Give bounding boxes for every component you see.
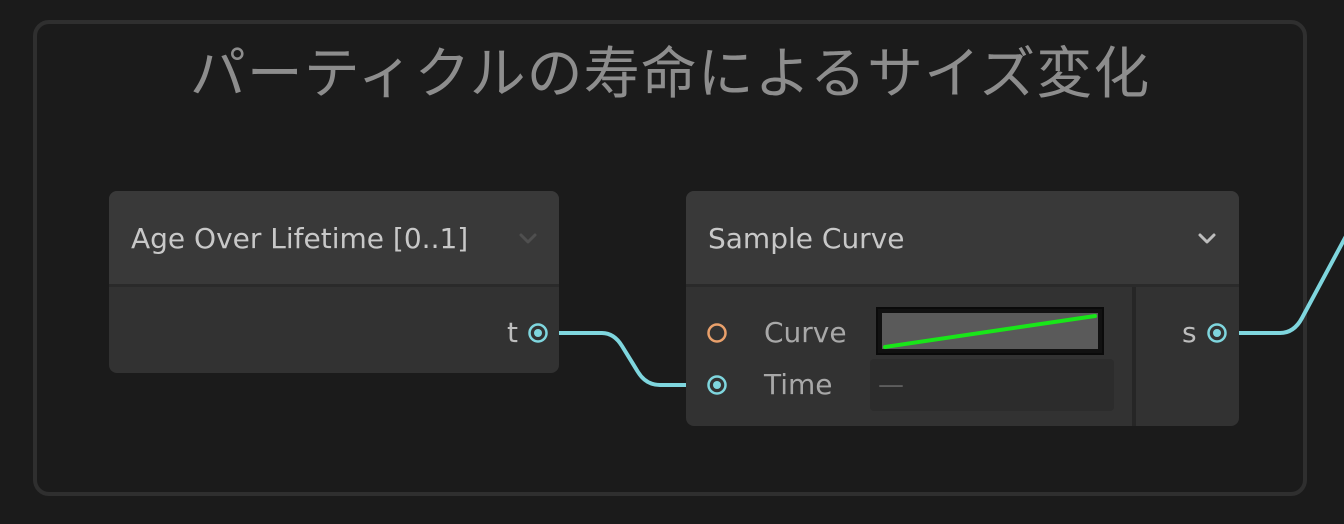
graph-canvas[interactable]: パーティクルの寿命によるサイズ変化 Age Over Lifetime [0..… [0,0,1344,524]
age-over-lifetime-node[interactable]: Age Over Lifetime [0..1] t [109,191,559,373]
sample-curve-node[interactable]: Sample Curve Curve Time — s [686,191,1239,426]
chevron-down-icon[interactable] [517,227,539,249]
output-t-port-icon[interactable] [527,322,549,344]
section-divider [1132,287,1136,426]
curve-preview-graph [883,314,1097,349]
chevron-down-icon[interactable] [1196,227,1218,249]
node-header[interactable]: Age Over Lifetime [0..1] [109,191,559,287]
node-header[interactable]: Sample Curve [686,191,1239,287]
curve-line [883,314,1097,349]
input-curve-port-icon[interactable] [706,322,728,344]
wire-t-to-time[interactable] [548,331,706,387]
output-t-label: t [507,316,518,349]
node-title: Age Over Lifetime [0..1] [131,222,469,255]
time-field[interactable]: — [870,359,1114,411]
input-time-label: Time [764,368,833,401]
wire-s-output[interactable] [1228,210,1344,335]
output-s-label: s [1182,316,1197,349]
time-value: — [878,370,904,400]
input-curve-label: Curve [764,316,847,349]
curve-preview [882,313,1098,349]
node-title: Sample Curve [708,222,905,255]
input-time-port-icon[interactable] [706,374,728,396]
curve-field[interactable] [876,307,1104,355]
output-s-port-icon[interactable] [1206,322,1228,344]
